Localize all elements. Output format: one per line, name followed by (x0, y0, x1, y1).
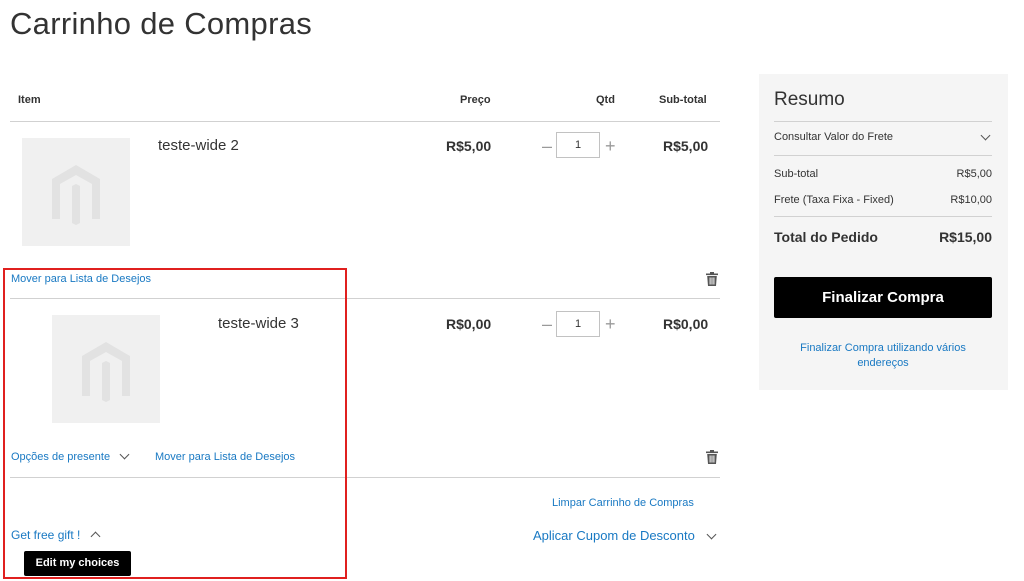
order-total-value: R$15,00 (939, 229, 992, 245)
product-name[interactable]: teste-wide 2 (158, 137, 239, 154)
apply-coupon-label: Aplicar Cupom de Desconto (533, 528, 695, 543)
header-divider (10, 121, 720, 122)
product-subtotal: R$0,00 (663, 316, 709, 332)
highlight-box (3, 268, 347, 579)
clear-cart-link[interactable]: Limpar Carrinho de Compras (552, 497, 694, 509)
checkout-button[interactable]: Finalizar Compra (774, 277, 992, 318)
shipping-label: Frete (Taxa Fixa - Fixed) (774, 194, 894, 206)
qty-increment-button[interactable]: + (605, 315, 616, 333)
product-thumbnail[interactable] (22, 138, 130, 246)
summary-divider (774, 121, 992, 122)
qty-decrement-button[interactable]: – (542, 315, 552, 333)
qty-input[interactable]: 1 (556, 132, 600, 158)
subtotal-value: R$5,00 (956, 168, 992, 180)
chevron-down-icon (707, 529, 717, 540)
shipping-estimate-toggle[interactable]: Consultar Valor do Frete (774, 125, 992, 151)
trash-icon[interactable] (706, 272, 718, 286)
apply-coupon-toggle[interactable]: Aplicar Cupom de Desconto (533, 528, 717, 543)
summary-divider (774, 216, 992, 217)
qty-input[interactable]: 1 (556, 311, 600, 337)
product-subtotal: R$5,00 (663, 138, 709, 154)
multi-address-checkout-link[interactable]: Finalizar Compra utilizando vários ender… (784, 341, 982, 371)
magento-logo-placeholder-icon (52, 165, 100, 225)
shipping-value: R$10,00 (950, 194, 992, 206)
subtotal-label: Sub-total (774, 168, 819, 180)
product-price: R$0,00 (446, 316, 492, 332)
order-total-label: Total do Pedido (774, 229, 878, 245)
trash-icon[interactable] (706, 450, 718, 464)
column-header-subtotal: Sub-total (659, 94, 707, 106)
column-header-item: Item (18, 94, 41, 106)
chevron-down-icon (980, 130, 991, 141)
qty-decrement-button[interactable]: – (542, 137, 552, 155)
summary-title: Resumo (774, 89, 845, 110)
shipping-estimate-label: Consultar Valor do Frete (774, 131, 894, 143)
qty-increment-button[interactable]: + (605, 137, 616, 155)
page-title: Carrinho de Compras (10, 6, 313, 41)
column-header-price: Preço (460, 94, 491, 106)
summary-divider (774, 155, 992, 156)
column-header-qty: Qtd (596, 94, 615, 106)
product-price: R$5,00 (446, 138, 492, 154)
